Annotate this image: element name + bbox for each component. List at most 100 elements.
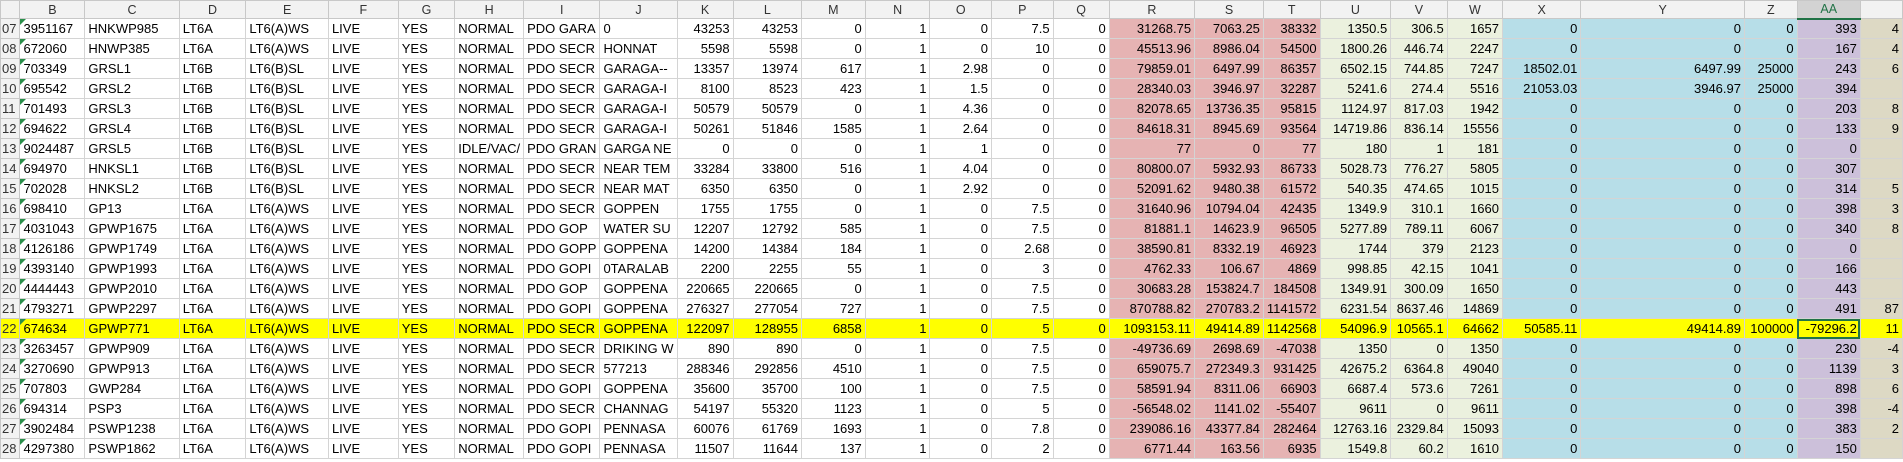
row-number[interactable]: 10 — [0, 78, 21, 99]
cell[interactable]: NORMAL — [454, 78, 525, 99]
cell[interactable]: 0 — [1743, 198, 1798, 219]
cell[interactable]: 10794.04 — [1194, 198, 1264, 219]
cell[interactable]: 7247 — [1446, 58, 1503, 79]
cell[interactable]: LT6(B)SL — [245, 98, 329, 119]
cell[interactable]: 13974 — [732, 58, 802, 79]
cell[interactable]: 14384 — [732, 238, 802, 259]
cell[interactable]: GRSL4 — [84, 118, 180, 139]
cell[interactable]: 0 — [800, 98, 866, 119]
cell[interactable]: 7.5 — [991, 358, 1054, 379]
cell[interactable]: 9611 — [1319, 398, 1392, 419]
cell[interactable]: 4 — [1859, 18, 1903, 39]
cell[interactable]: 12792 — [732, 218, 802, 239]
cell[interactable]: YES — [397, 358, 456, 379]
cell[interactable]: 423 — [800, 78, 866, 99]
cell[interactable]: 0 — [1501, 258, 1582, 279]
cell[interactable]: YES — [397, 18, 456, 39]
cell[interactable]: YES — [397, 398, 456, 419]
cell[interactable]: 8523 — [732, 78, 802, 99]
cell[interactable]: NORMAL — [454, 258, 525, 279]
cell[interactable]: 1041 — [1446, 258, 1503, 279]
cell[interactable]: 0 — [929, 318, 993, 339]
cell[interactable]: 6687.4 — [1319, 378, 1392, 399]
cell[interactable]: 306.5 — [1390, 18, 1448, 39]
cell[interactable]: 776.27 — [1390, 158, 1448, 179]
column-header-e[interactable]: E — [245, 0, 329, 19]
cell[interactable]: 0 — [1052, 218, 1110, 239]
cell[interactable]: LT6A — [178, 18, 247, 39]
cell[interactable]: -47038 — [1262, 338, 1321, 359]
cell[interactable]: 1800.26 — [1319, 38, 1392, 59]
cell[interactable]: PDO SECR — [523, 38, 601, 59]
cell[interactable]: 1124.97 — [1319, 98, 1392, 119]
cell[interactable]: 0 — [1743, 438, 1798, 459]
cell[interactable]: PDO GARA — [523, 18, 601, 39]
cell[interactable]: 1 — [864, 118, 931, 139]
cell[interactable]: 0 — [1052, 58, 1110, 79]
cell[interactable]: 1 — [864, 58, 931, 79]
cell[interactable]: 274.4 — [1390, 78, 1448, 99]
cell[interactable]: 11644 — [732, 438, 802, 459]
cell[interactable]: 292856 — [732, 358, 802, 379]
cell[interactable]: 2247 — [1446, 38, 1503, 59]
cell[interactable]: 0 — [929, 418, 993, 439]
cell[interactable]: 540.35 — [1319, 178, 1392, 199]
cell[interactable]: 2.64 — [929, 118, 993, 139]
cell[interactable]: 3 — [1859, 198, 1903, 219]
cell[interactable]: 1141.02 — [1194, 398, 1264, 419]
column-header-f[interactable]: F — [327, 0, 399, 19]
cell[interactable]: 1 — [864, 158, 931, 179]
cell[interactable]: 446.74 — [1390, 38, 1448, 59]
cell[interactable]: 6502.15 — [1319, 58, 1392, 79]
cell[interactable]: LT6(A)WS — [245, 278, 329, 299]
cell[interactable]: 0 — [1052, 438, 1110, 459]
cell[interactable]: 49414.89 — [1194, 318, 1264, 339]
cell[interactable]: 14623.9 — [1194, 218, 1264, 239]
cell[interactable]: 0 — [991, 158, 1054, 179]
cell[interactable]: LT6A — [178, 218, 247, 239]
cell[interactable]: NORMAL — [454, 238, 525, 259]
cell[interactable]: YES — [397, 438, 456, 459]
cell[interactable]: 58591.94 — [1108, 378, 1196, 399]
cell[interactable]: 6 — [1859, 378, 1903, 399]
cell[interactable]: LT6(A)WS — [245, 338, 329, 359]
cell[interactable]: PDO SECR — [523, 198, 601, 219]
cell[interactable]: 282464 — [1262, 418, 1321, 439]
cell[interactable]: NORMAL — [454, 118, 525, 139]
row-number[interactable]: 26 — [0, 398, 21, 419]
cell[interactable]: 180 — [1319, 138, 1392, 159]
cell[interactable]: 0 — [1580, 158, 1745, 179]
cell[interactable]: 61769 — [732, 418, 802, 439]
cell[interactable]: 0 — [929, 358, 993, 379]
cell[interactable]: GPWP1749 — [84, 238, 180, 259]
cell[interactable]: GPWP913 — [84, 358, 180, 379]
cell[interactable]: 789.11 — [1390, 218, 1448, 239]
cell[interactable]: 3946.97 — [1580, 78, 1745, 99]
cell[interactable]: LIVE — [327, 78, 399, 99]
cell[interactable]: 133 — [1796, 118, 1861, 139]
cell[interactable]: 0 — [1052, 418, 1110, 439]
cell[interactable]: 0 — [1580, 338, 1745, 359]
cell[interactable]: LT6B — [178, 178, 247, 199]
cell[interactable]: HNKSL1 — [84, 158, 180, 179]
cell[interactable]: 659075.7 — [1108, 358, 1196, 379]
cell[interactable]: 998.85 — [1319, 258, 1392, 279]
cell[interactable]: 0 — [1580, 98, 1745, 119]
cell[interactable]: 11507 — [676, 438, 734, 459]
cell[interactable]: LT6(B)SL — [245, 118, 329, 139]
cell[interactable]: 4.04 — [929, 158, 993, 179]
cell[interactable]: LT6(A)WS — [245, 238, 329, 259]
cell[interactable]: LT6A — [178, 358, 247, 379]
cell[interactable]: 31640.96 — [1108, 198, 1196, 219]
cell[interactable]: 3946.97 — [1194, 78, 1264, 99]
cell[interactable]: LT6A — [178, 318, 247, 339]
cell[interactable]: GRSL3 — [84, 98, 180, 119]
cell[interactable]: GRSL2 — [84, 78, 180, 99]
cell[interactable]: 0 — [1580, 18, 1745, 39]
cell[interactable]: 617 — [800, 58, 866, 79]
cell[interactable]: -49736.69 — [1108, 338, 1196, 359]
cell[interactable]: 4126186 — [19, 238, 86, 259]
cell[interactable]: GPWP1993 — [84, 258, 180, 279]
cell[interactable]: 0 — [1743, 98, 1798, 119]
cell[interactable]: LT6A — [178, 338, 247, 359]
